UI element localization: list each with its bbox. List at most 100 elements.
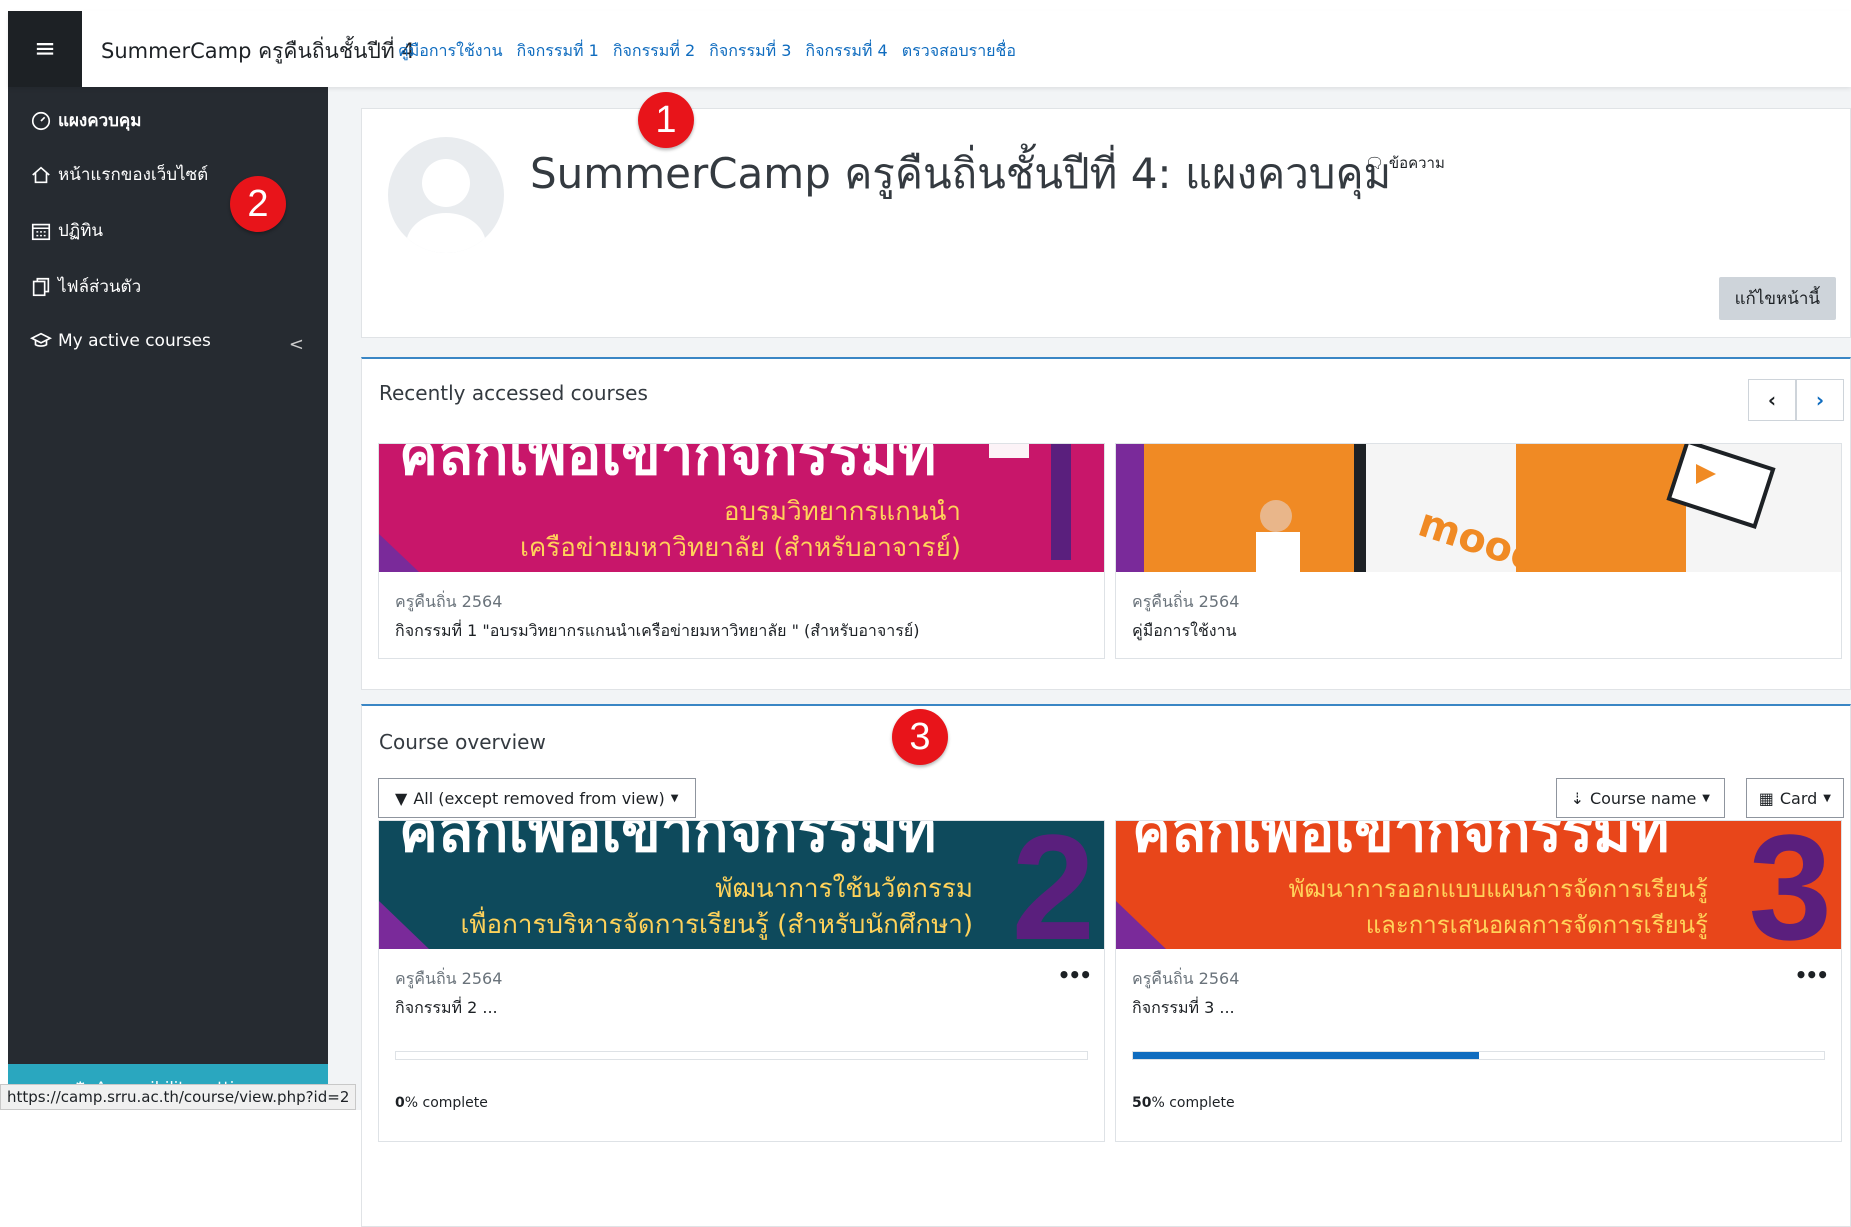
course-banner-image[interactable]: คลิกเพื่อเข้ากิจกรรมที่ อบรมวิทยากรแกนนำ…	[379, 444, 1104, 572]
sidebar-item-home[interactable]: หน้าแรกของเว็บไซต์	[30, 161, 208, 188]
progress-bar	[1132, 1051, 1825, 1060]
annotation-badge-3: 3	[892, 709, 948, 765]
course-banner-graphic: 2 คลิกเพื่อเข้ากิจกรรมที่ พัฒนาการใช้นวั…	[379, 821, 1104, 949]
annotation-badge-2: 2	[230, 176, 286, 232]
sidebar-item-label: ไฟล์ส่วนตัว	[58, 277, 142, 297]
course-category: ครูคืนถิ่น 2564	[395, 592, 503, 611]
course-filter-dropdown[interactable]: ▼ All (except removed from view) ▼	[378, 778, 696, 818]
chat-bubble-icon: 🗨	[1365, 154, 1385, 172]
menu-toggle-button[interactable]: ≡	[8, 11, 82, 87]
course-name-link[interactable]: กิจกรรมที่ 3 ...	[1132, 996, 1235, 1021]
overview-course-card[interactable]: 3 คลิกเพื่อเข้ากิจกรรมที่ พัฒนาการออกแบบ…	[1115, 820, 1842, 1142]
next-page-button[interactable]: ›	[1796, 379, 1844, 421]
sidebar-item-dashboard[interactable]: แผงควบคุม	[30, 107, 142, 134]
sidebar-item-label: My active courses	[58, 331, 211, 351]
avatar[interactable]	[388, 137, 504, 253]
files-icon	[32, 277, 50, 296]
recent-course-card[interactable]: moodle ครูคืนถิ่น 2564 คู่มือการใช้งาน	[1115, 443, 1842, 659]
sort-icon: ⇣	[1570, 788, 1584, 808]
course-banner-image[interactable]: 2 คลิกเพื่อเข้ากิจกรรมที่ พัฒนาการใช้นวั…	[379, 821, 1104, 949]
recent-section-title: Recently accessed courses	[379, 381, 648, 405]
progress-percent: 0	[395, 1095, 405, 1111]
sort-label: Course name	[1589, 788, 1697, 808]
banner-number: 3	[1749, 821, 1832, 949]
top-nav-links: คู่มือการใช้งาน กิจกรรมที่ 1 กิจกรรมที่ …	[398, 39, 1016, 64]
course-overview-card: Course overview ▼ All (except removed fr…	[361, 704, 1851, 1227]
caret-down-icon: ▼	[670, 792, 679, 804]
course-name-link[interactable]: กิจกรรมที่ 2 ...	[395, 996, 498, 1021]
progress-label: % complete	[1151, 1095, 1235, 1111]
sort-dropdown[interactable]: ⇣ Course name ▼	[1555, 778, 1725, 818]
svg-text:คลิกเพื่อเข้ากิจกรรมที่: คลิกเพื่อเข้ากิจกรรมที่	[399, 821, 936, 865]
dashboard-icon	[31, 111, 51, 130]
message-link[interactable]: 🗨 ข้อความ	[1365, 151, 1445, 175]
nav-link-activity-1[interactable]: กิจกรรมที่ 1	[517, 39, 599, 64]
nav-link-activity-2[interactable]: กิจกรรมที่ 2	[613, 39, 695, 64]
site-brand[interactable]: SummerCamp ครูคืนถิ่นชั้นปีที่ 4	[101, 35, 415, 68]
caret-down-icon: ▼	[1702, 792, 1710, 804]
sidebar-item-my-active-courses[interactable]: My active courses	[30, 330, 211, 352]
course-banner-graphic: คลิกเพื่อเข้ากิจกรรมที่ อบรมวิทยากรแกนนำ…	[379, 444, 1104, 572]
banner-line-2: และการเสนอผลการจัดการเรียนรู้	[1366, 911, 1708, 940]
course-name-link[interactable]: คู่มือการใช้งาน	[1132, 619, 1237, 644]
course-banner-image[interactable]: moodle	[1116, 444, 1841, 572]
svg-text:คลิกเพื่อเข้ากิจกรรมที่: คลิกเพื่อเข้ากิจกรรมที่	[399, 444, 936, 488]
filter-label: All (except removed from view)	[413, 788, 665, 808]
nav-link-manual[interactable]: คู่มือการใช้งาน	[398, 39, 503, 64]
caret-down-icon: ▼	[1823, 792, 1831, 804]
banner-line-2: เครือข่ายมหาวิทยาลัย (สำหรับอาจารย์)	[520, 533, 961, 563]
banner-line-1: อบรมวิทยากรแกนนำ	[724, 497, 961, 527]
sidebar-item-calendar[interactable]: ปฏิทิน	[30, 217, 103, 244]
course-banner-graphic: moodle	[1116, 444, 1841, 572]
recently-accessed-card: Recently accessed courses ‹ › คลิกเพื่อเ…	[361, 357, 1851, 690]
overview-course-card[interactable]: 2 คลิกเพื่อเข้ากิจกรรมที่ พัฒนาการใช้นวั…	[378, 820, 1105, 1142]
sidebar-item-private-files[interactable]: ไฟล์ส่วนตัว	[30, 273, 141, 300]
banner-number: 2	[1012, 821, 1095, 949]
banner-line-1: พัฒนาการออกแบบแผนการจัดการเรียนรู้	[1289, 875, 1709, 904]
svg-text:คลิกเพื่อเข้ากิจกรรมที่: คลิกเพื่อเข้ากิจกรรมที่	[1132, 821, 1669, 865]
progress-fill	[1133, 1052, 1479, 1059]
course-name-link[interactable]: กิจกรรมที่ 1 "อบรมวิทยากรแกนนำเครือข่ายม…	[395, 619, 919, 644]
nav-link-check-names[interactable]: ตรวจสอบรายชื่อ	[902, 39, 1016, 64]
progress-label: % complete	[404, 1095, 488, 1111]
sidebar-item-label: หน้าแรกของเว็บไซต์	[58, 165, 209, 185]
window-edge	[0, 0, 8, 1110]
status-bar-url: https://camp.srru.ac.th/course/view.php?…	[0, 1084, 357, 1110]
graduation-cap-icon	[30, 332, 52, 347]
edit-page-button[interactable]: แก้ไขหน้านี้	[1718, 277, 1836, 320]
course-banner-image[interactable]: 3 คลิกเพื่อเข้ากิจกรรมที่ พัฒนาการออกแบบ…	[1116, 821, 1841, 949]
grid-icon: ▦	[1758, 788, 1774, 808]
progress-percent: 50	[1132, 1095, 1152, 1111]
nav-link-activity-4[interactable]: กิจกรรมที่ 4	[805, 39, 887, 64]
overview-section-title: Course overview	[379, 730, 546, 754]
nav-link-activity-3[interactable]: กิจกรรมที่ 3	[709, 39, 791, 64]
progress-text: 50% complete	[1132, 1095, 1235, 1111]
course-banner-graphic: 3 คลิกเพื่อเข้ากิจกรรมที่ พัฒนาการออกแบบ…	[1116, 821, 1841, 949]
user-placeholder-icon	[406, 159, 486, 253]
top-navbar: ≡ SummerCamp ครูคืนถิ่นชั้นปีที่ 4 คู่มื…	[8, 11, 1851, 87]
annotation-badge-1: 1	[638, 92, 694, 148]
banner-line-1: พัฒนาการใช้นวัตกรรม	[715, 874, 973, 904]
hamburger-icon: ≡	[34, 34, 56, 64]
sidebar: แผงควบคุม หน้าแรกของเว็บไซต์ ปฏิทิน ไฟล์…	[8, 87, 328, 1110]
chevron-left-icon[interactable]: <	[289, 334, 304, 355]
course-actions-menu[interactable]: •••	[1058, 963, 1092, 987]
course-category: ครูคืนถิ่น 2564	[1132, 969, 1240, 988]
sidebar-item-label: ปฏิทิน	[58, 221, 104, 241]
view-label: Card	[1779, 788, 1818, 808]
home-icon	[32, 166, 50, 183]
course-actions-menu[interactable]: •••	[1795, 963, 1829, 987]
view-mode-dropdown[interactable]: ▦ Card ▼	[1745, 778, 1844, 818]
page-title: SummerCamp ครูคืนถิ่นชั้นปีที่ 4: แผงควบ…	[530, 149, 1392, 198]
recent-course-card[interactable]: คลิกเพื่อเข้ากิจกรรมที่ อบรมวิทยากรแกนนำ…	[378, 443, 1105, 659]
prev-page-button[interactable]: ‹	[1748, 379, 1796, 421]
main-content: SummerCamp ครูคืนถิ่นชั้นปีที่ 4: แผงควบ…	[328, 87, 1851, 1227]
recent-pager: ‹ ›	[1748, 379, 1844, 421]
message-label: ข้อความ	[1388, 154, 1445, 172]
progress-bar	[395, 1051, 1088, 1060]
banner-line-2: เพื่อการบริหารจัดการเรียนรู้ (สำหรับนักศ…	[461, 906, 974, 940]
course-category: ครูคืนถิ่น 2564	[1132, 592, 1240, 611]
page-header-card: SummerCamp ครูคืนถิ่นชั้นปีที่ 4: แผงควบ…	[361, 108, 1851, 338]
progress-text: 0% complete	[395, 1095, 488, 1111]
sidebar-item-label: แผงควบคุม	[58, 111, 142, 131]
